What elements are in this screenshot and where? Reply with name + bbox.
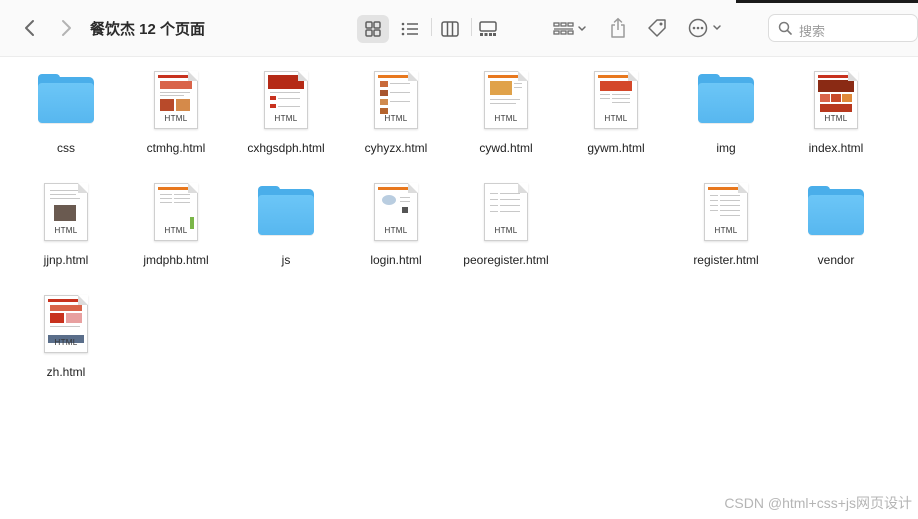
file-name: jjnp.html (43, 253, 89, 267)
tag-icon (648, 19, 666, 37)
list-icon (401, 22, 418, 36)
file-name: cywd.html (479, 141, 533, 155)
more-actions-button[interactable] (686, 14, 726, 42)
html-document-icon: HTML (256, 69, 316, 131)
file-grid: css HTML ctmhg.html HTML cxhgsdph.html H… (0, 57, 918, 519)
file-name: jmdphb.html (143, 253, 209, 267)
back-button[interactable] (16, 14, 44, 42)
grid-icon (365, 21, 381, 37)
html-document-icon: HTML (366, 69, 426, 131)
folder-item[interactable]: vendor (781, 169, 891, 273)
window-edge (736, 0, 918, 3)
html-document-icon: HTML (146, 69, 206, 131)
gallery-icon (479, 21, 497, 36)
html-file-item[interactable]: HTML login.html (341, 169, 451, 273)
html-document-icon: HTML (806, 69, 866, 131)
file-name: vendor (817, 253, 855, 267)
toolbar: 餐饮杰 12 个页面 搜索 (0, 0, 918, 57)
html-file-item[interactable]: HTML jmdphb.html (121, 169, 231, 273)
html-file-item[interactable]: HTML cyhyzx.html (341, 57, 451, 161)
file-name: cyhyzx.html (364, 141, 428, 155)
folder-item[interactable]: js (231, 169, 341, 273)
forward-button[interactable] (52, 14, 80, 42)
html-document-icon: HTML (36, 181, 96, 243)
html-file-item[interactable]: HTML peoregister.html (451, 169, 561, 273)
html-document-icon: HTML (36, 293, 96, 355)
html-file-item[interactable]: HTML index.html (781, 57, 891, 161)
icon-view-button[interactable] (357, 15, 389, 43)
file-name: gywm.html (587, 141, 645, 155)
ellipsis-circle-icon (688, 18, 721, 38)
search-field[interactable]: 搜索 (768, 14, 918, 42)
group-by-button[interactable] (550, 15, 590, 43)
html-file-item[interactable]: HTML jjnp.html (11, 169, 121, 273)
file-name: css (57, 141, 75, 155)
html-document-icon: HTML (366, 181, 426, 243)
file-name: js (281, 253, 291, 267)
html-document-icon: HTML (696, 181, 756, 243)
folder-icon (696, 69, 756, 131)
html-file-item[interactable]: HTML cywd.html (451, 57, 561, 161)
file-name: img (716, 141, 736, 155)
html-document-icon: HTML (586, 69, 646, 131)
share-button[interactable] (604, 14, 632, 42)
folder-icon (36, 69, 96, 131)
html-document-icon: HTML (476, 69, 536, 131)
window-title: 餐饮杰 12 个页面 (90, 21, 206, 38)
search-placeholder: 搜索 (799, 24, 826, 39)
column-view-button[interactable] (434, 15, 466, 43)
file-name: cxhgsdph.html (247, 141, 325, 155)
file-name: register.html (693, 253, 759, 267)
html-document-icon: HTML (476, 181, 536, 243)
tag-button[interactable] (643, 14, 671, 42)
folder-icon (806, 181, 866, 243)
share-icon (611, 17, 625, 38)
search-icon (778, 21, 792, 35)
folder-icon (256, 181, 316, 243)
folder-item[interactable]: css (11, 57, 121, 161)
html-file-item[interactable]: HTML gywm.html (561, 57, 671, 161)
file-name: ctmhg.html (146, 141, 206, 155)
html-document-icon: HTML (146, 181, 206, 243)
finder-window: 餐饮杰 12 个页面 搜索 css HTML ctmhg.html HTML c… (0, 0, 918, 519)
list-view-button[interactable] (394, 15, 426, 43)
gallery-view-button[interactable] (472, 15, 504, 43)
file-name: peoregister.html (463, 253, 549, 267)
file-name: zh.html (46, 365, 86, 379)
toolbar-divider (431, 18, 432, 36)
html-file-item[interactable]: HTML zh.html (11, 281, 121, 385)
watermark-text: CSDN @html+css+js网页设计 (724, 495, 912, 511)
html-file-item[interactable]: HTML cxhgsdph.html (231, 57, 341, 161)
folder-item[interactable]: img (671, 57, 781, 161)
file-name: index.html (808, 141, 864, 155)
chevron-left-icon (25, 20, 34, 36)
chevron-right-icon (62, 20, 71, 36)
columns-icon (441, 21, 459, 37)
file-name: login.html (370, 253, 422, 267)
html-file-item[interactable]: HTML ctmhg.html (121, 57, 231, 161)
group-grid-icon (553, 22, 586, 35)
html-file-item[interactable]: HTML register.html (671, 169, 781, 273)
